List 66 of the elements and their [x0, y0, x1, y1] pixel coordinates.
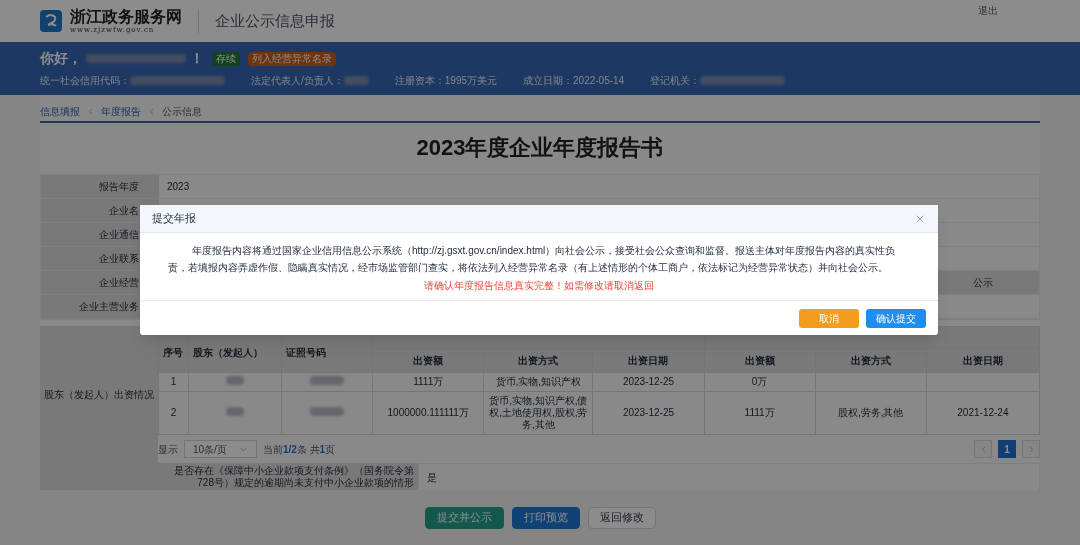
breadcrumb-link[interactable]: 信息填报 [40, 103, 80, 119]
dialog-title: 提交年报 [152, 211, 196, 227]
table-cell: 1 [158, 372, 189, 392]
column-header: 出资方式 [815, 348, 927, 373]
table-cell: 0万 [704, 372, 816, 392]
action-button[interactable]: 返回修改 [587, 506, 656, 529]
next-page-button[interactable] [1022, 440, 1040, 458]
table-cell: 1111万 [372, 372, 484, 392]
dialog-button[interactable]: 确认提交 [866, 308, 926, 328]
logout-link[interactable]: 退出 [978, 3, 998, 18]
table-cell: 2023-12-25 [592, 391, 705, 435]
blurred-text [310, 407, 345, 416]
column-header: 出资额 [704, 348, 816, 373]
separator-icon [147, 106, 156, 116]
form-value: 2023 [167, 180, 190, 194]
page-summary: 当前1/2条 共1页 [262, 442, 336, 457]
field-label: 法定代表人/负责人： [251, 74, 344, 88]
table-cell: 股权,劳务,其他 [815, 391, 927, 435]
warning-text: 请确认年度报告信息真实完整！如需修改请取消返回 [423, 279, 655, 293]
answer-text: 是 [427, 470, 437, 485]
app-title: 企业公示信息申报 [215, 10, 335, 31]
previous-page-button[interactable] [974, 440, 992, 458]
greeting: 你好， [40, 49, 82, 68]
logo-icon [40, 10, 62, 32]
form-label: 企业联系 [99, 252, 139, 266]
action-button[interactable]: 打印预览 [511, 506, 580, 529]
breadcrumb-link[interactable]: 年度报告 [101, 103, 141, 119]
field-label: 登记机关： [650, 74, 701, 88]
column-header: 出资额 [372, 348, 484, 373]
question-text: 是否存在《保障中小企业款项支付条例》（国务院令第728号）规定的逾期尚未支付中小企业款项的情形 [174, 465, 414, 488]
page-button[interactable]: 1 [998, 440, 1016, 458]
table-cell: 2021-12-24 [926, 391, 1040, 435]
table-cell: 1000000.111111万 [372, 391, 484, 435]
report-title: 2023年度企业年度报告书 [415, 134, 665, 162]
breadcrumb-current: 公示信息 [162, 104, 202, 119]
form-label: 企业经营 [99, 276, 139, 290]
form-label: 企业通信 [99, 228, 139, 242]
dialog-message: 年度报告内容将通过国家企业信用信息公示系统（http://zj.gsxt.gov.cn/index.html）向社会公示，接受社会公众查询和监督。报送主体对年度报告内容的真实性负责，若填报内容弄虚作假、隐瞒真实情况，经市场监管部门查实，将依法列入经营异常名录（有上述情形的个体工商户，依法标记为经营异常状态）并向社会公示。 [168, 244, 897, 275]
blurred-text [226, 407, 245, 416]
show-label: 显示 [158, 442, 178, 457]
table-cell: 1111万 [704, 391, 816, 435]
site-name: 浙江政务服务网 [70, 8, 182, 25]
status-badge: 列入经营异常名录 [248, 51, 336, 66]
field-value: 1995万美元 [444, 74, 498, 88]
column-header: 出资方式 [483, 348, 593, 373]
blurred-text [226, 376, 245, 385]
table-cell: 2023-12-25 [592, 372, 705, 392]
form-label: 报告年度 [99, 180, 139, 194]
field-label: 注册资本： [394, 74, 445, 88]
form-label: 企业主营业务 [79, 300, 139, 314]
field-value: 2022-05-14 [573, 74, 625, 88]
table-cell: 货币,实物,知识产权 [483, 372, 593, 392]
section-label: 股东（发起人）出资情况 [44, 388, 154, 402]
status-badge: 存续 [212, 51, 240, 66]
dialog-button[interactable]: 取消 [799, 308, 859, 328]
blurred-text [310, 376, 345, 385]
table-cell: 2 [158, 391, 189, 435]
action-button[interactable]: 提交并公示 [424, 506, 504, 529]
page-size-select[interactable]: 10条/页 [184, 440, 257, 458]
column-header: 出资日期 [592, 348, 705, 373]
separator-icon [86, 106, 95, 116]
table-cell: 货币,实物,知识产权,债权,土地使用权,股权,劳务,其他 [483, 391, 593, 435]
form-label: 企业名 [109, 204, 139, 218]
greeting-end: ！ [190, 49, 204, 68]
column-header: 出资日期 [926, 348, 1040, 373]
field-label: 成立日期： [523, 74, 574, 88]
